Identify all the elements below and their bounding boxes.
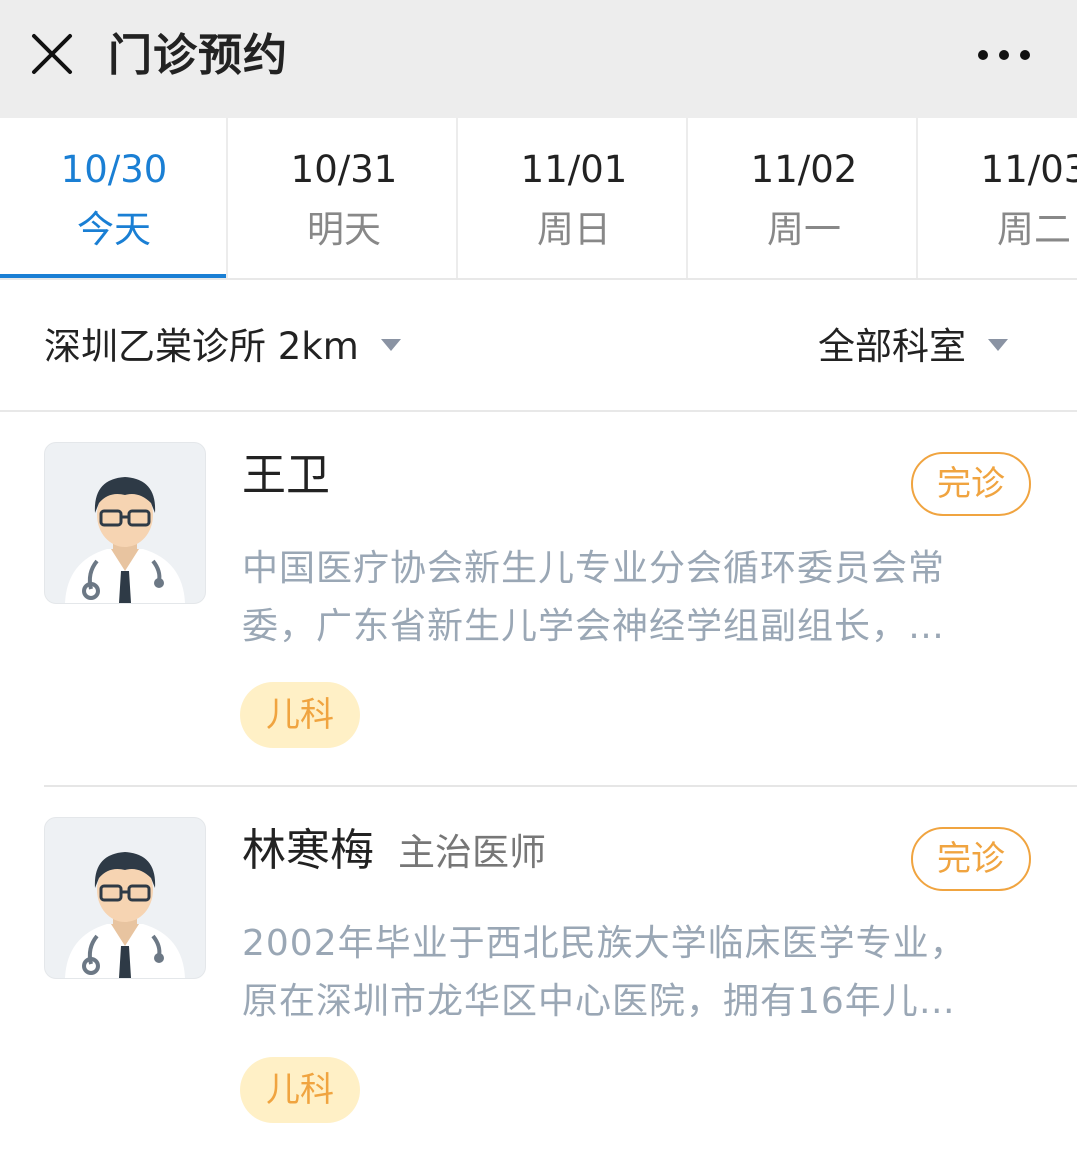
description-line: 2002年毕业于西北民族大学临床医学专业， [242,923,967,964]
location-label: 深圳乙棠诊所 2km [44,325,359,368]
weekday-label: 周日 [537,208,611,251]
doctor-description: 2002年毕业于西北民族大学临床医学专业， 原在深圳市龙华区中心医院，拥有16年… [242,915,1022,1031]
status-badge: 完诊 [911,452,1031,516]
doctor-avatar-icon [65,852,185,978]
date-tab-1030[interactable]: 10/30 今天 [0,118,228,278]
location-filter[interactable]: 深圳乙棠诊所 2km [44,324,401,370]
department-label: 全部科室 [818,325,966,368]
date-tabs: 10/30 今天 10/31 明天 11/01 周日 11/02 周一 11/0… [0,118,1077,280]
date-label: 10/30 [60,148,168,191]
tab-divider [686,118,688,278]
date-label: 10/31 [290,148,398,191]
department-filter[interactable]: 全部科室 [818,324,1008,370]
doctor-avatar [44,442,206,604]
date-label: 11/02 [750,148,858,191]
weekday-label: 周一 [767,208,841,251]
doctor-name-row: 林寒梅 主治医师 [242,821,546,883]
doctor-avatar-icon [65,477,185,603]
weekday-label: 周二 [997,208,1071,251]
description-line: 中国医疗协会新生儿专业分会循环委员会常 [242,548,946,589]
doctor-description: 中国医疗协会新生儿专业分会循环委员会常 委，广东省新生儿学会神经学组副组长，… [242,540,1022,656]
page-title: 门诊预约 [108,30,288,81]
date-label: 11/01 [520,148,628,191]
description-line: 原在深圳市龙华区中心医院，拥有16年儿… [242,981,956,1022]
description-line: 委，广东省新生儿学会神经学组副组长，… [242,606,946,647]
doctor-card[interactable]: 王卫 完诊 中国医疗协会新生儿专业分会循环委员会常 委，广东省新生儿学会神经学组… [0,412,1077,787]
tab-divider [226,118,228,278]
weekday-label: 今天 [77,208,151,251]
tab-divider [456,118,458,278]
doctor-title: 主治医师 [398,831,546,874]
dropdown-arrow-icon [988,338,1008,351]
doctor-card[interactable]: 林寒梅 主治医师 完诊 2002年毕业于西北民族大学临床医学专业， 原在深圳市龙华… [0,787,1077,1162]
close-icon[interactable] [30,32,74,76]
status-badge: 完诊 [911,827,1031,891]
date-label: 11/03 [980,148,1077,191]
doctor-name: 王卫 [242,450,330,501]
tab-divider [916,118,918,278]
date-tab-1101[interactable]: 11/01 周日 [460,118,688,278]
top-bar: 门诊预约 [0,0,1077,118]
active-tab-indicator [0,274,226,278]
filter-bar: 深圳乙棠诊所 2km 全部科室 [0,280,1077,412]
dropdown-arrow-icon [380,338,401,351]
weekday-label: 明天 [307,208,381,251]
date-tab-1102[interactable]: 11/02 周一 [690,118,918,278]
department-tag: 儿科 [240,682,360,748]
doctor-avatar [44,817,206,979]
more-options-icon[interactable] [976,44,1032,64]
department-tag: 儿科 [240,1057,360,1123]
doctor-name: 林寒梅 [242,825,374,876]
date-tab-1031[interactable]: 10/31 明天 [230,118,458,278]
date-tab-1103[interactable]: 11/03 周二 [920,118,1077,278]
